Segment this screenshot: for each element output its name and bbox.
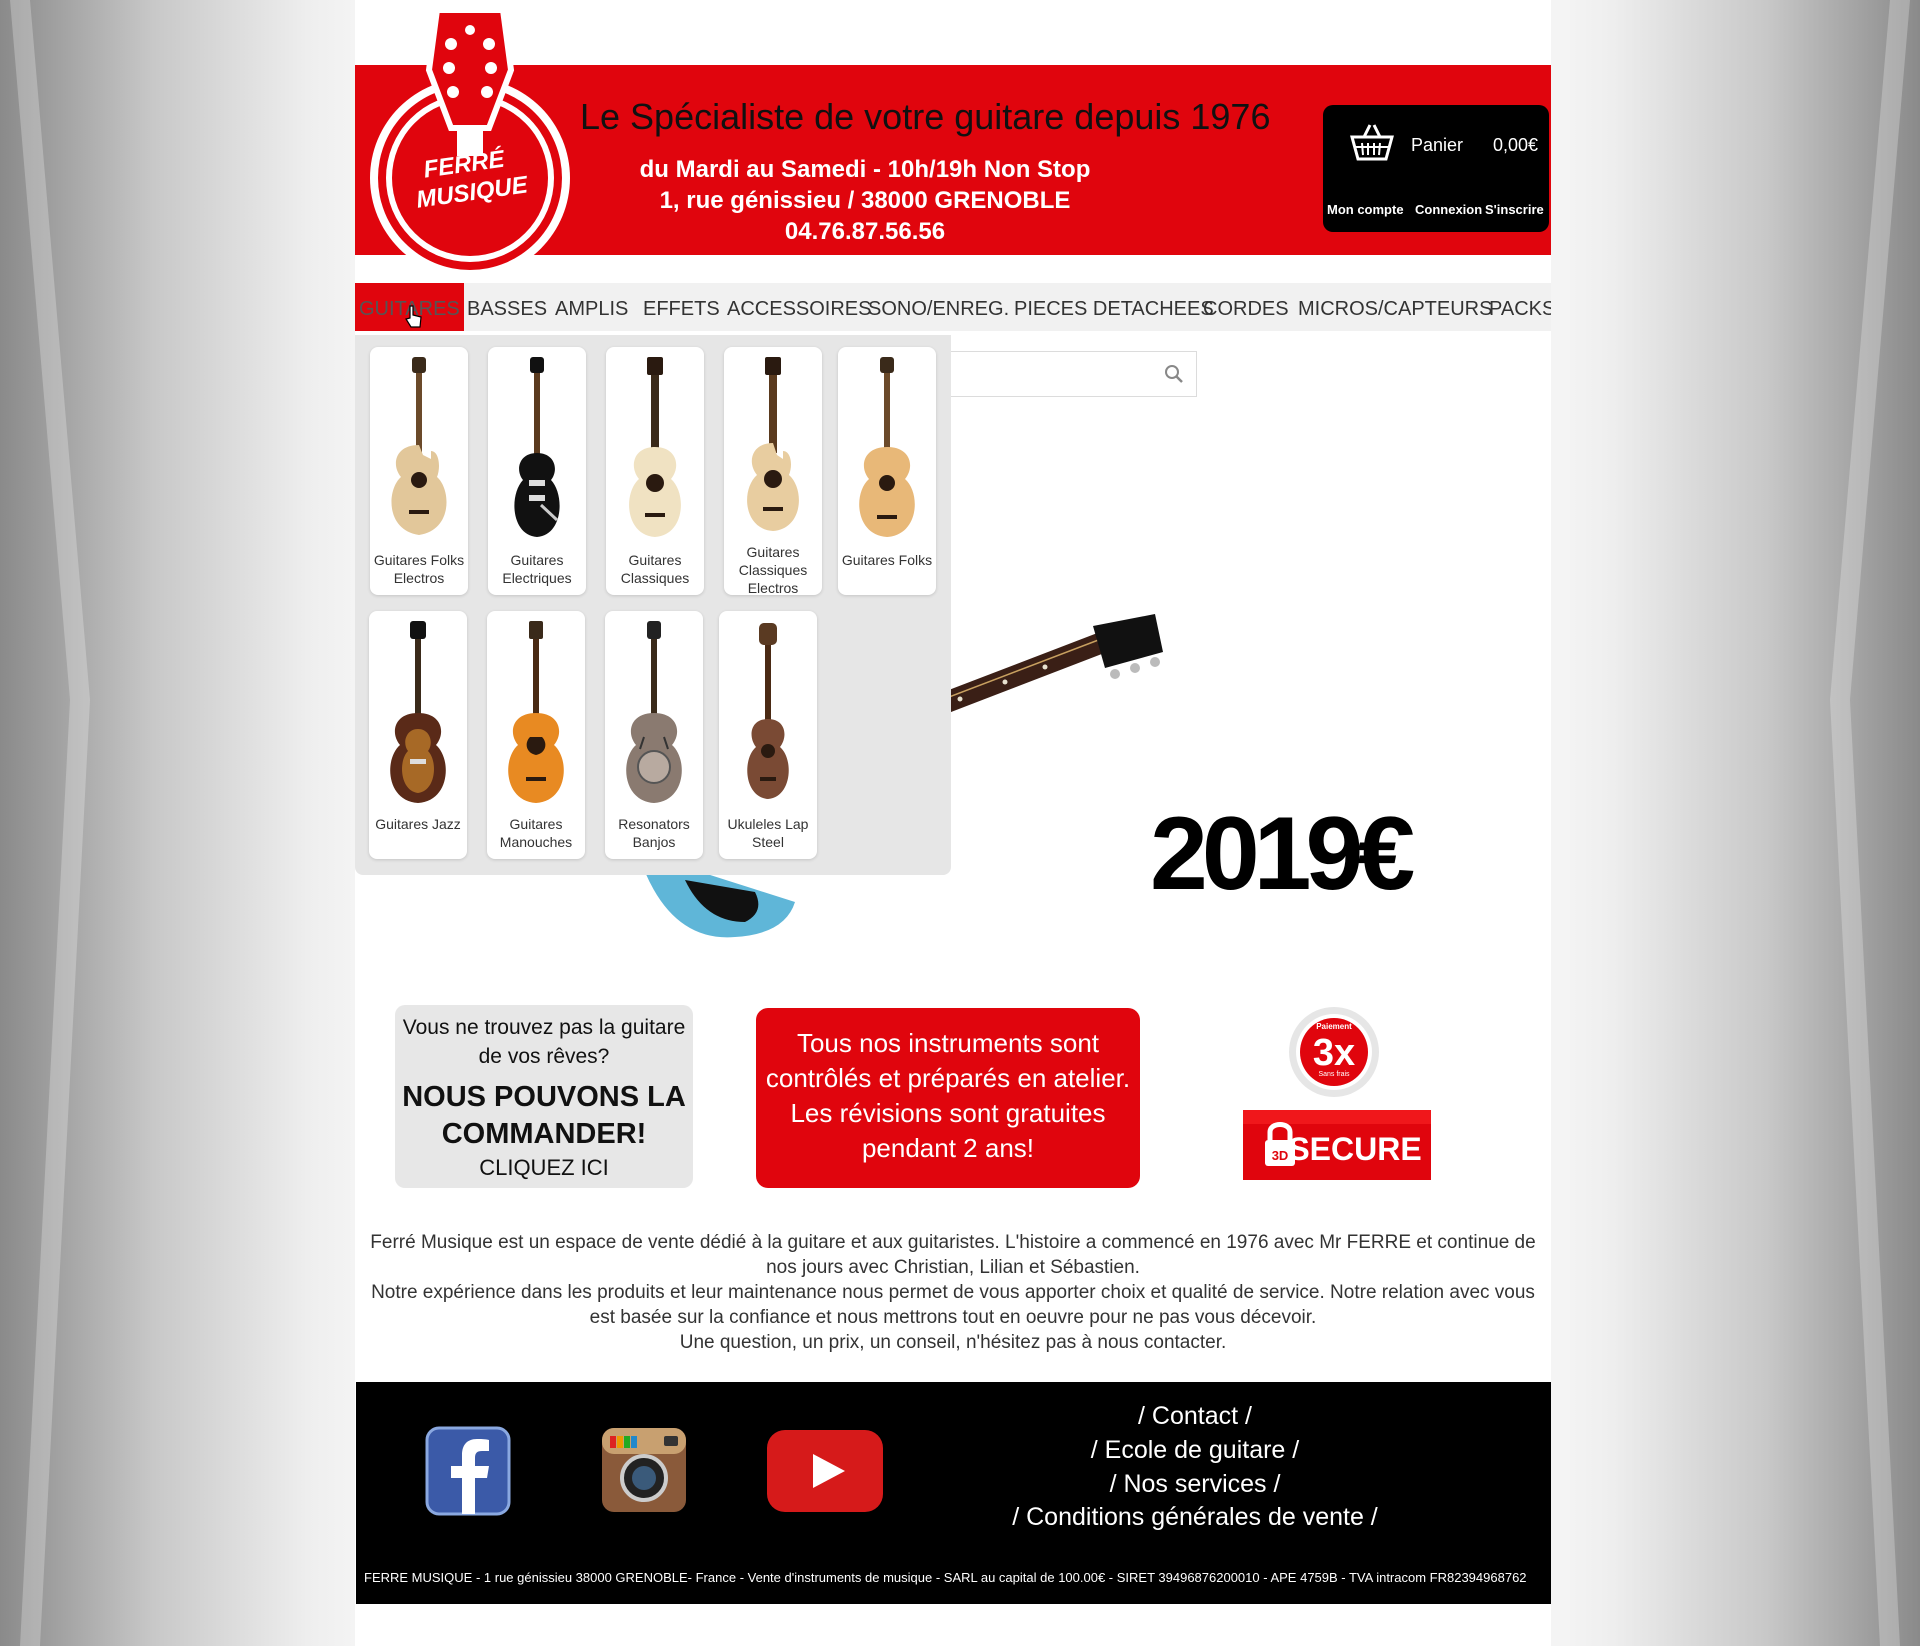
category-label: Guitares Folks Electros	[373, 552, 465, 586]
category-label: Resonators Banjos	[618, 816, 690, 850]
electric-guitar-icon	[514, 357, 560, 537]
category-card-classiques[interactable]: Guitares Classiques	[606, 347, 704, 595]
ukulele-icon	[747, 623, 789, 799]
featured-price: 2019€	[1150, 796, 1415, 912]
tagline: Le Spécialiste de votre guitare depuis 1…	[580, 96, 1271, 137]
store-address: 1, rue génissieu / 38000 GRENOBLE	[659, 187, 1071, 214]
ferre-musique-logo[interactable]: FERRÉ MUSIQUE	[367, 0, 573, 282]
facebook-icon[interactable]	[425, 1426, 511, 1516]
category-card-electriques[interactable]: Guitares Electriques	[488, 347, 586, 595]
svg-text:Paiement: Paiement	[1316, 1022, 1352, 1031]
category-label: Guitares Classiques	[620, 552, 690, 586]
custom-order-box[interactable]: Vous ne trouvez pas la guitare de vos rê…	[395, 1005, 693, 1188]
about-text: Ferré Musique est un espace de vente déd…	[361, 1230, 1545, 1355]
workshop-guarantee-box: Tous nos instruments sont contrôlés et p…	[756, 1008, 1140, 1188]
classical-electro-guitar-icon	[747, 357, 799, 531]
about-paragraph-3: Une question, un prix, un conseil, n'hés…	[679, 1332, 1227, 1353]
category-label: Guitares Jazz	[375, 816, 461, 832]
footer-link-services[interactable]: / Nos services /	[996, 1470, 1394, 1499]
register-link[interactable]: S'inscrire	[1485, 202, 1544, 217]
search-input[interactable]	[935, 351, 1197, 397]
category-label: Guitares Folks	[841, 552, 933, 568]
main-navigation: GUITARES BASSES AMPLIS EFFETS ACCESSOIRE…	[355, 283, 1551, 331]
workshop-guarantee-text: Tous nos instruments sont contrôlés et p…	[765, 1028, 1131, 1163]
category-label: Ukuleles Lap Steel	[727, 816, 809, 850]
custom-order-cta-link[interactable]: CLIQUEZ ICI	[395, 1155, 693, 1181]
category-label: Guitares Classiques Electros	[738, 544, 808, 596]
jazz-guitar-icon	[390, 621, 446, 803]
category-card-ukuleles[interactable]: Ukuleles Lap Steel	[719, 611, 817, 859]
login-link[interactable]: Connexion	[1415, 202, 1482, 217]
svg-text:SECURE: SECURE	[1288, 1131, 1421, 1167]
background-decoration-right	[1830, 0, 1910, 1646]
custom-order-question: Vous ne trouvez pas la guitare de vos rê…	[402, 1016, 686, 1068]
category-card-folks[interactable]: Guitares Folks	[838, 347, 936, 595]
shopping-basket-icon[interactable]	[1348, 123, 1396, 161]
category-card-resonators[interactable]: Resonators Banjos	[605, 611, 703, 859]
page-container: FERRÉ MUSIQUE Le Spécialiste de votre gu…	[355, 0, 1551, 1646]
search-icon[interactable]	[1164, 364, 1184, 384]
svg-text:3x: 3x	[1313, 1032, 1355, 1074]
legal-notice: FERRE MUSIQUE - 1 rue génissieu 38000 GR…	[364, 1570, 1527, 1585]
youtube-icon[interactable]	[765, 1428, 885, 1514]
cart-panel: Panier 0,00€ Mon compte Connexion S'insc…	[1323, 105, 1549, 232]
nav-item-packs[interactable]: PACKS	[1489, 283, 1551, 331]
category-card-jazz[interactable]: Guitares Jazz	[369, 611, 467, 859]
payment-3x-badge: Paiement 3x Sans frais	[1289, 1007, 1379, 1097]
classical-guitar-icon	[629, 357, 681, 537]
svg-text:3D: 3D	[1272, 1148, 1289, 1163]
resonator-guitar-icon	[626, 621, 682, 803]
3d-secure-badge: 3D SECURE	[1243, 1110, 1431, 1180]
instagram-icon[interactable]	[600, 1426, 688, 1514]
nav-item-amplis[interactable]: AMPLIS	[555, 283, 628, 331]
category-card-manouches[interactable]: Guitares Manouches	[487, 611, 585, 859]
manouche-guitar-icon	[508, 621, 564, 803]
nav-item-accessoires[interactable]: ACCESSOIRES	[727, 283, 871, 331]
phone-number[interactable]: 04.76.87.56.56	[580, 218, 1150, 246]
about-paragraph-1: Ferré Musique est un espace de vente déd…	[370, 1232, 1536, 1278]
nav-item-effets[interactable]: EFFETS	[643, 283, 720, 331]
cart-total: 0,00€	[1493, 135, 1539, 155]
opening-hours: du Mardi au Samedi - 10h/19h Non Stop	[639, 156, 1091, 183]
background-decoration-left	[10, 0, 90, 1646]
footer-link-contact[interactable]: / Contact /	[996, 1402, 1394, 1431]
mouse-cursor-icon	[405, 305, 422, 328]
custom-order-headline: NOUS POUVONS LA COMMANDER!	[402, 1081, 686, 1150]
footer: / Contact / / Ecole de guitare / / Nos s…	[356, 1382, 1551, 1604]
category-label: Guitares Electriques	[502, 552, 572, 586]
guitares-dropdown-menu: Guitares Folks Electros Guitares Electri…	[355, 335, 951, 875]
category-label: Guitares Manouches	[499, 816, 573, 850]
nav-item-pieces-detachees[interactable]: PIECES DETACHEES	[1014, 283, 1214, 331]
cart-label[interactable]: Panier	[1411, 135, 1463, 156]
svg-text:Sans frais: Sans frais	[1318, 1071, 1350, 1078]
about-paragraph-2: Notre expérience dans les produits et le…	[371, 1282, 1535, 1328]
folk-guitar-icon	[859, 357, 915, 537]
my-account-link[interactable]: Mon compte	[1327, 202, 1404, 217]
acoustic-cutaway-guitar-icon	[391, 357, 447, 535]
category-card-classiques-electros[interactable]: Guitares Classiques Electros	[724, 347, 822, 596]
nav-item-cordes[interactable]: CORDES	[1203, 283, 1289, 331]
nav-item-basses[interactable]: BASSES	[467, 283, 547, 331]
nav-item-sono-enreg[interactable]: SONO/ENREG.	[868, 283, 1009, 331]
footer-link-terms[interactable]: / Conditions générales de vente /	[996, 1503, 1394, 1532]
nav-item-micros-capteurs[interactable]: MICROS/CAPTEURS	[1298, 283, 1492, 331]
footer-link-guitar-school[interactable]: / Ecole de guitare /	[996, 1436, 1394, 1465]
category-card-folks-electros[interactable]: Guitares Folks Electros	[370, 347, 468, 595]
